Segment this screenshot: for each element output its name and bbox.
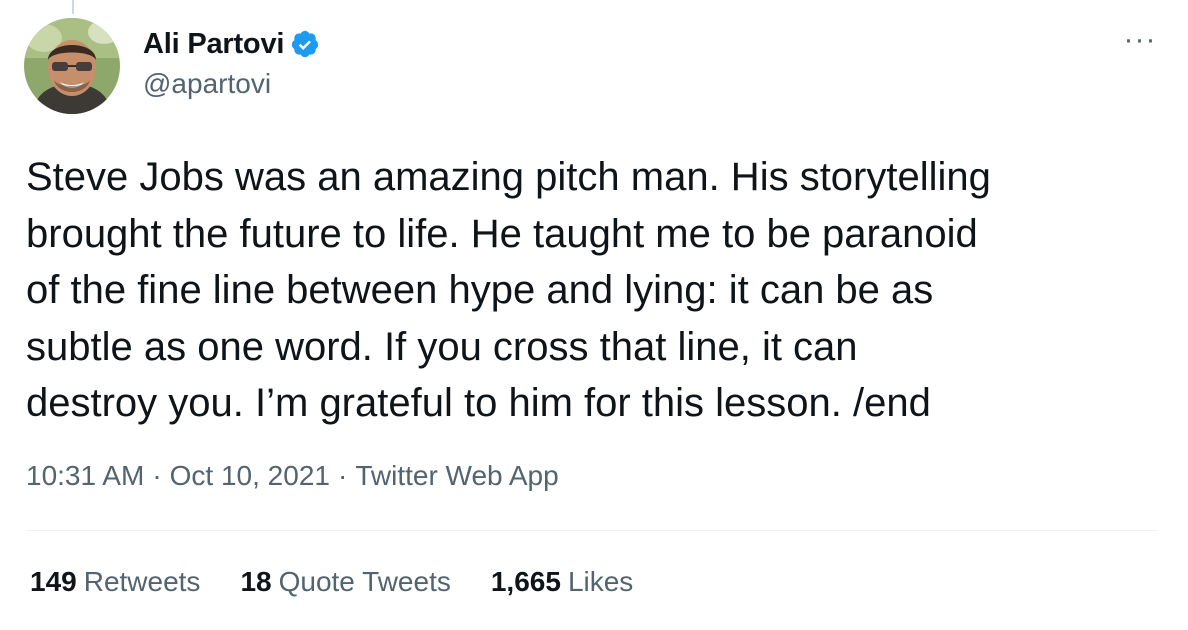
likes-label: Likes bbox=[567, 566, 634, 597]
retweets-label: Retweets bbox=[83, 566, 201, 597]
tweet-source[interactable]: Twitter Web App bbox=[355, 460, 558, 492]
author-display-name[interactable]: Ali Partovi bbox=[143, 28, 284, 61]
likes-count: 1,665 bbox=[490, 566, 561, 597]
avatar-image bbox=[24, 18, 120, 114]
retweets-count: 149 bbox=[30, 566, 77, 597]
quote-tweets-label: Quote Tweets bbox=[278, 566, 451, 597]
tweet-text: Steve Jobs was an amazing pitch man. His… bbox=[26, 155, 991, 425]
likes-stat[interactable]: 1,665 Likes bbox=[491, 566, 633, 598]
tweet-time[interactable]: 10:31 AM bbox=[26, 460, 144, 492]
more-options-icon[interactable]: ··· bbox=[1118, 25, 1162, 60]
tweet-date[interactable]: Oct 10, 2021 bbox=[170, 460, 330, 492]
quote-tweets-stat[interactable]: 18 Quote Tweets bbox=[240, 566, 450, 598]
quote-tweets-count: 18 bbox=[240, 566, 272, 597]
retweets-stat[interactable]: 149 Retweets bbox=[30, 566, 200, 598]
divider bbox=[26, 530, 1158, 531]
thread-connector-line bbox=[72, 0, 74, 14]
meta-separator: · bbox=[337, 460, 348, 491]
avatar[interactable] bbox=[24, 18, 120, 114]
meta-separator: · bbox=[152, 460, 162, 491]
verified-badge-icon bbox=[290, 29, 320, 59]
author-name-row[interactable]: Ali Partovi bbox=[143, 26, 320, 62]
author-handle[interactable]: @apartovi bbox=[143, 68, 271, 100]
engagement-stats: 149 Retweets 18 Quote Tweets 1,665 Likes bbox=[30, 566, 673, 598]
tweet-metadata: 10:31 AM · Oct 10, 2021 · Twitter Web Ap… bbox=[26, 460, 559, 492]
